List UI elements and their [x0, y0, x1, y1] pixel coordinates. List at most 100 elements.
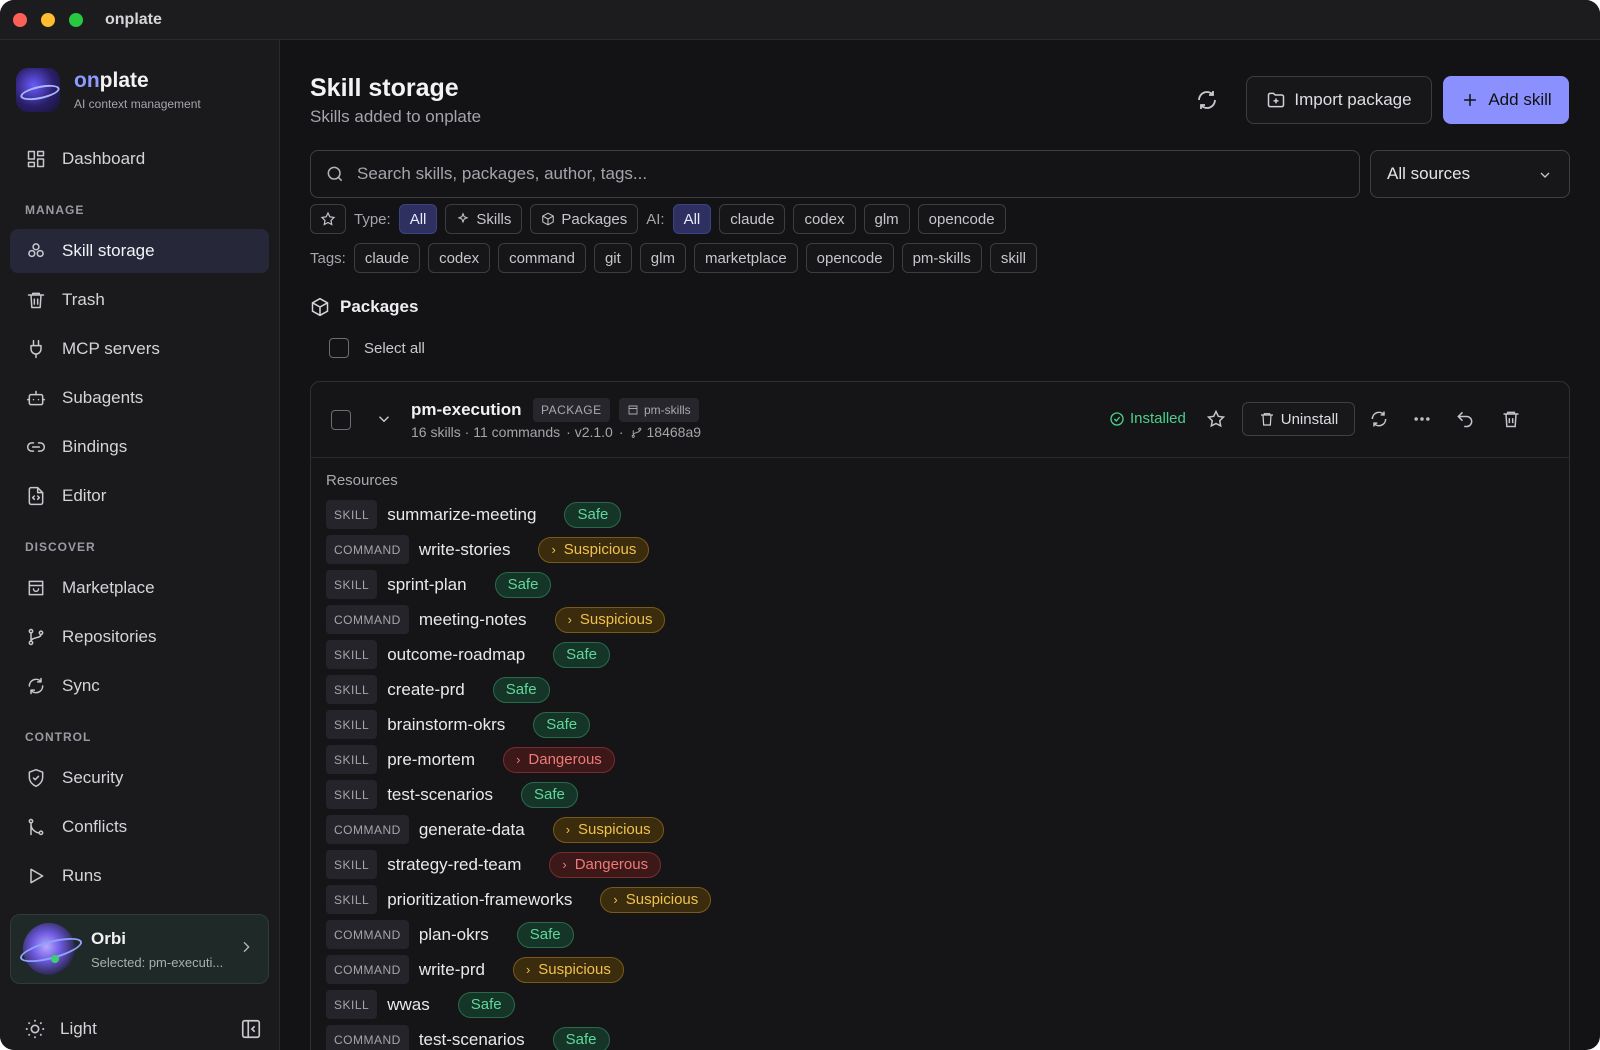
- import-package-button[interactable]: Import package: [1246, 76, 1432, 124]
- sidebar-item-repositories[interactable]: Repositories: [10, 615, 269, 659]
- select-all[interactable]: Select all: [329, 338, 425, 358]
- sidebar-item-runs[interactable]: Runs: [10, 854, 269, 898]
- tag-filter-opencode[interactable]: opencode: [805, 243, 894, 273]
- status-label: Safe: [577, 506, 609, 523]
- sidebar-item-label: Security: [62, 768, 124, 787]
- package-header: pm-execution PACKAGE pm-skills 16 skills…: [311, 382, 1569, 458]
- package-icon: [542, 212, 555, 226]
- type-ai-filter-row: Type: All Skills Packages AI: All claude…: [310, 204, 1014, 234]
- tag-filter-claude[interactable]: claude: [353, 243, 421, 273]
- package-checkbox[interactable]: [331, 410, 351, 430]
- security-status-badge[interactable]: › Dangerous: [503, 746, 615, 773]
- tag-filter-glm[interactable]: glm: [639, 243, 686, 273]
- resource-row[interactable]: SKILL test-scenarios Safe: [326, 777, 711, 812]
- type-filter-skills[interactable]: Skills: [445, 204, 523, 234]
- tag-filter-row: Tags: claude codex command git glm marke…: [310, 243, 1045, 273]
- security-status-badge[interactable]: › Suspicious: [538, 536, 650, 563]
- resource-row[interactable]: SKILL strategy-red-team › Dangerous: [326, 847, 711, 882]
- resource-row[interactable]: SKILL wwas Safe: [326, 987, 711, 1022]
- star-icon[interactable]: [1206, 409, 1226, 429]
- resource-name: plan-okrs: [418, 924, 489, 944]
- status-label: Safe: [566, 646, 598, 663]
- resource-row[interactable]: SKILL outcome-roadmap Safe: [326, 637, 711, 672]
- close-window-button[interactable]: [13, 13, 27, 27]
- sidebar-item-marketplace[interactable]: Marketplace: [10, 566, 269, 610]
- favorites-filter-button[interactable]: [310, 204, 346, 234]
- brand-name: onplate: [74, 69, 149, 92]
- resource-kind-tag: COMMAND: [326, 1025, 409, 1050]
- search-bar: [310, 150, 1360, 198]
- orbi-assistant-card[interactable]: Orbi Selected: pm-executi...: [10, 914, 269, 984]
- chevron-down-icon[interactable]: [375, 410, 393, 428]
- resource-row[interactable]: COMMAND write-prd › Suspicious: [326, 952, 711, 987]
- resource-row[interactable]: SKILL prioritization-frameworks › Suspiciou…: [326, 882, 712, 917]
- resource-row[interactable]: SKILL sprint-plan Safe: [326, 567, 711, 602]
- resource-row[interactable]: COMMAND test-scenarios Safe: [326, 1022, 711, 1050]
- source-select[interactable]: All sources: [1370, 150, 1570, 198]
- skills-icon: [28, 243, 44, 258]
- ai-filter-claude[interactable]: claude: [719, 204, 786, 234]
- sidebar-item-sync[interactable]: Sync: [10, 664, 269, 708]
- add-skill-button[interactable]: Add skill: [1443, 76, 1569, 124]
- maximize-window-button[interactable]: [69, 13, 83, 27]
- resource-row[interactable]: COMMAND plan-okrs Safe: [326, 917, 711, 952]
- ai-filter-codex[interactable]: codex: [793, 204, 856, 234]
- sidebar-item-trash[interactable]: Trash: [10, 278, 269, 322]
- tag-filter-marketplace[interactable]: marketplace: [693, 243, 798, 273]
- tag-filter-git[interactable]: git: [593, 243, 632, 273]
- ai-filter-glm[interactable]: glm: [863, 204, 910, 234]
- sync-icon[interactable]: [1369, 409, 1389, 429]
- resource-row[interactable]: SKILL create-prd Safe: [326, 672, 711, 707]
- sidebar-item-bindings[interactable]: Bindings: [10, 425, 269, 469]
- sidebar-item-label: Conflicts: [62, 817, 128, 836]
- security-status-badge[interactable]: › Suspicious: [554, 606, 666, 633]
- resource-row[interactable]: SKILL summarize-meeting Safe: [326, 497, 711, 532]
- sidebar-item-mcp-servers[interactable]: MCP servers: [10, 327, 269, 371]
- sidebar-item-subagents[interactable]: Subagents: [10, 376, 269, 420]
- more-icon[interactable]: [1412, 409, 1432, 429]
- type-filter-all[interactable]: All: [398, 204, 438, 234]
- theme-toggle[interactable]: Light: [24, 1014, 264, 1044]
- plus-icon: [1464, 94, 1477, 106]
- trash-icon[interactable]: [1501, 409, 1521, 429]
- sidebar-item-dashboard[interactable]: Dashboard: [10, 137, 269, 181]
- ai-filter-all[interactable]: All: [672, 204, 712, 234]
- resource-kind-tag: COMMAND: [326, 815, 409, 844]
- resource-name: generate-data: [418, 819, 525, 839]
- tag-filter-pm-skills[interactable]: pm-skills: [901, 243, 982, 273]
- resource-row[interactable]: COMMAND generate-data › Suspicious: [326, 812, 711, 847]
- tag-filter-codex[interactable]: codex: [428, 243, 491, 273]
- minimize-window-button[interactable]: [41, 13, 55, 27]
- chevron-right-icon: ›: [562, 857, 567, 872]
- tag-filter-skill[interactable]: skill: [989, 243, 1037, 273]
- security-status-badge[interactable]: › Suspicious: [552, 816, 664, 843]
- sidebar-item-editor[interactable]: Editor: [10, 474, 269, 518]
- tag-filter-command[interactable]: command: [498, 243, 586, 273]
- sidebar-item-skill-storage[interactable]: Skill storage: [10, 229, 269, 273]
- ai-filter-opencode[interactable]: opencode: [917, 204, 1006, 234]
- uninstall-button[interactable]: Uninstall: [1242, 402, 1355, 436]
- packages-section-header: Packages: [310, 297, 418, 317]
- collapse-sidebar-icon[interactable]: [240, 1018, 262, 1040]
- resource-kind-tag: SKILL: [326, 745, 378, 774]
- refresh-icon[interactable]: [1195, 88, 1219, 112]
- undo-icon[interactable]: [1455, 409, 1475, 429]
- security-status-badge: Safe: [533, 711, 591, 738]
- sidebar-item-security[interactable]: Security: [10, 756, 269, 800]
- resource-kind-tag: SKILL: [326, 850, 378, 879]
- resource-row[interactable]: COMMAND write-stories › Suspicious: [326, 532, 711, 567]
- resource-row[interactable]: SKILL brainstorm-okrs Safe: [326, 707, 711, 742]
- security-status-badge[interactable]: › Suspicious: [512, 956, 624, 983]
- page-subtitle: Skills added to onplate: [310, 107, 482, 126]
- security-status-badge[interactable]: › Dangerous: [549, 851, 662, 878]
- type-filter-packages[interactable]: Packages: [530, 204, 639, 234]
- select-all-checkbox[interactable]: [329, 338, 349, 358]
- status-label: Safe: [565, 1031, 597, 1048]
- search-input[interactable]: [357, 164, 1337, 184]
- sidebar-item-label: Marketplace: [62, 578, 155, 597]
- chevron-right-icon: ›: [567, 612, 572, 627]
- security-status-badge[interactable]: › Suspicious: [600, 886, 712, 913]
- resource-row[interactable]: COMMAND meeting-notes › Suspicious: [326, 602, 711, 637]
- resource-row[interactable]: SKILL pre-mortem › Dangerous: [326, 742, 711, 777]
- sidebar-item-conflicts[interactable]: Conflicts: [10, 805, 269, 849]
